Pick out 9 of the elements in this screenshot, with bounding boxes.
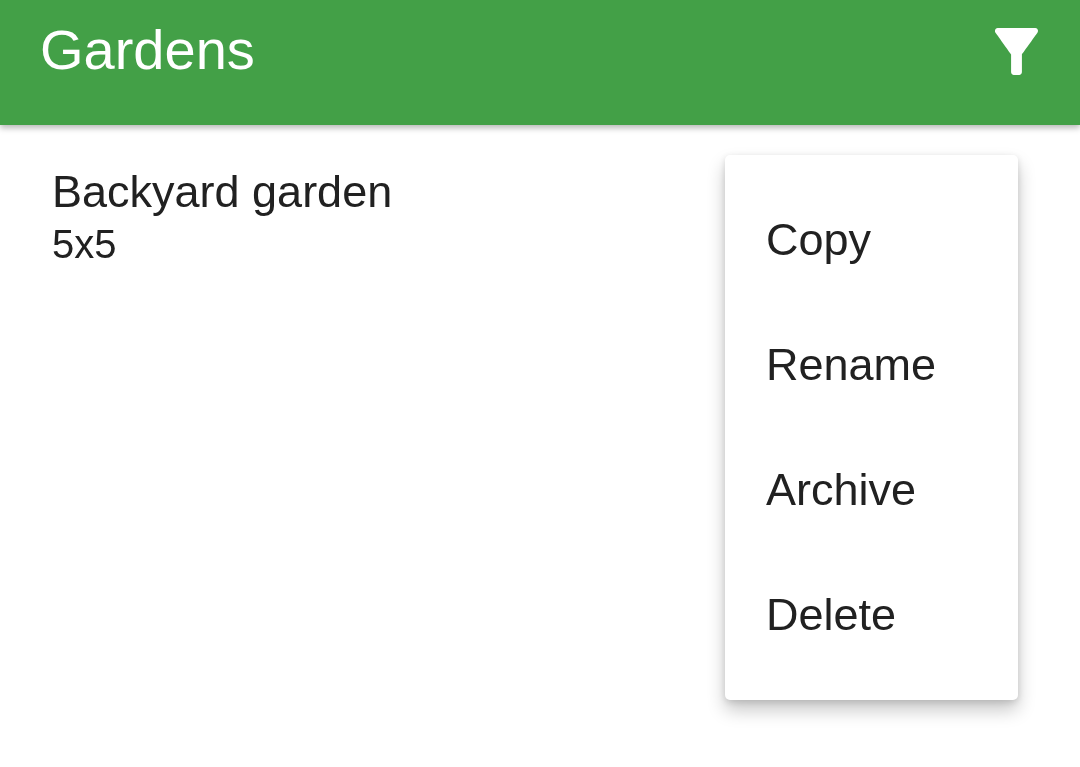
menu-item[interactable]: Copy — [725, 177, 1018, 302]
garden-size: 5x5 — [52, 221, 117, 267]
menu-item[interactable]: Delete — [725, 552, 1018, 677]
filter-button[interactable] — [995, 28, 1038, 75]
garden-name: Backyard garden — [52, 166, 393, 218]
filter-icon — [995, 28, 1038, 75]
menu-item[interactable]: Rename — [725, 302, 1018, 427]
app-bar-title: Gardens — [40, 18, 255, 82]
menu-item[interactable]: Archive — [725, 427, 1018, 552]
